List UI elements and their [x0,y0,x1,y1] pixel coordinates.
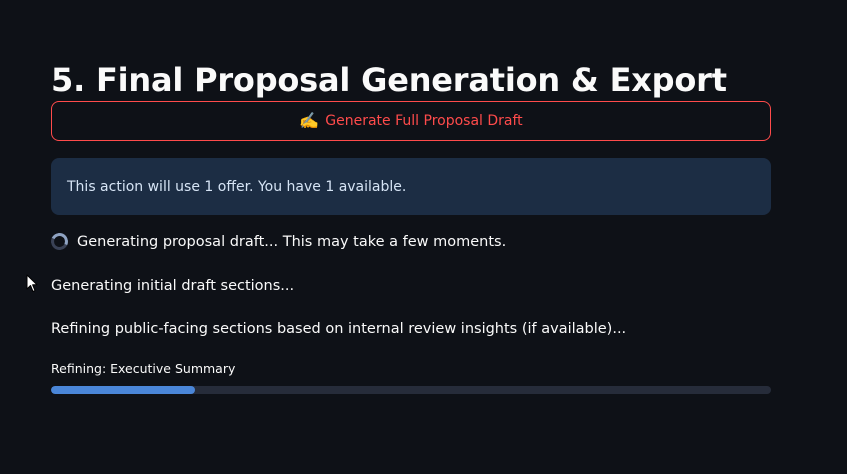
progress-bar [51,386,771,394]
spinner-status: Generating proposal draft... This may ta… [48,230,507,253]
generate-full-proposal-draft-button[interactable]: ✍️ Generate Full Proposal Draft [51,101,771,141]
mouse-cursor-icon [26,274,38,292]
status-line-initial-draft: Generating initial draft sections... [51,278,295,294]
progress-bar-fill [51,386,195,394]
spinner-icon [48,230,71,253]
spinner-text: Generating proposal draft... This may ta… [77,233,507,250]
info-alert-text: This action will use 1 offer. You have 1… [67,178,407,195]
progress-label: Refining: Executive Summary [51,361,236,376]
info-alert: This action will use 1 offer. You have 1… [51,158,771,215]
generate-button-label: Generate Full Proposal Draft [325,113,523,129]
writing-hand-icon: ✍️ [299,111,320,130]
status-line-refining: Refining public-facing sections based on… [51,321,627,337]
page-title: 5. Final Proposal Generation & Export [51,61,727,100]
